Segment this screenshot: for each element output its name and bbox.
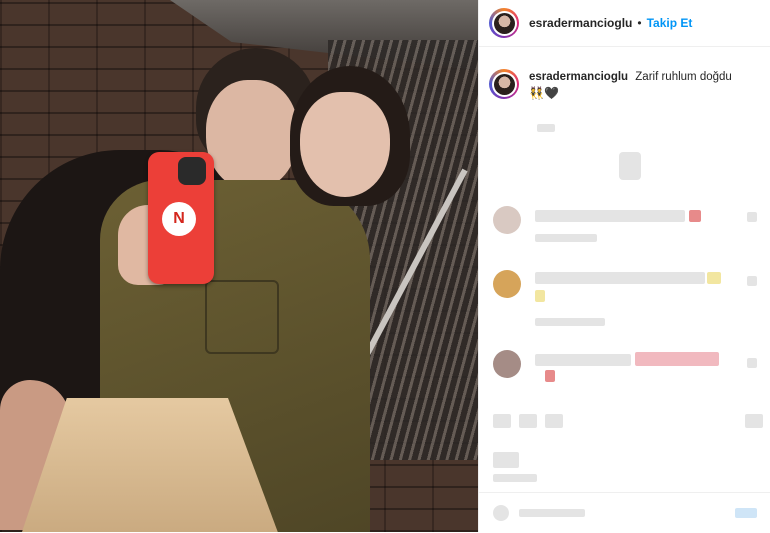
comment-icon[interactable]	[519, 414, 537, 428]
post-header: esradermancioglu • Takip Et	[479, 0, 770, 47]
caption-text: esradermancioglu Zarif ruhlum doğdu 👯🖤	[529, 69, 732, 102]
person-back-face	[206, 80, 298, 190]
caption-emojis: 👯🖤	[529, 86, 559, 100]
comment-text-blurred	[535, 210, 685, 222]
instagram-post: N esradermancioglu • Takip Et esraderman…	[0, 0, 770, 532]
avatar-ring	[491, 71, 517, 97]
avatar-image	[493, 73, 515, 95]
share-icon[interactable]	[545, 414, 563, 428]
red-phone: N	[148, 152, 214, 284]
comment-avatar	[493, 206, 521, 234]
comment-emoji-blurred	[707, 272, 721, 284]
header-username[interactable]: esradermancioglu	[529, 16, 632, 30]
comment-text-blurred	[535, 272, 705, 284]
heart-icon[interactable]	[493, 414, 511, 428]
load-more-blurred	[619, 152, 641, 180]
action-bar-blurred	[493, 410, 763, 434]
post-side-panel: esradermancioglu • Takip Et esradermanci…	[478, 0, 770, 532]
emoji-icon[interactable]	[493, 505, 509, 521]
add-comment-row	[479, 492, 770, 533]
comment-input-blurred[interactable]	[519, 509, 585, 517]
header-avatar[interactable]	[489, 8, 519, 38]
phone-sticker: N	[162, 202, 196, 236]
comment-emoji-blurred	[535, 290, 545, 302]
comment-avatar	[493, 270, 521, 298]
caption-avatar[interactable]	[489, 69, 519, 99]
phone-camera	[178, 157, 206, 185]
jacket-pocket	[205, 280, 279, 354]
comment-emoji-blurred	[545, 370, 555, 382]
comment-emoji-blurred	[635, 352, 719, 366]
caption-username[interactable]: esradermancioglu	[529, 71, 628, 83]
phone-sticker-letter: N	[173, 210, 185, 227]
like-icon-blurred	[747, 212, 757, 222]
post-comment-button[interactable]	[735, 508, 757, 518]
post-date-blurred	[493, 474, 537, 482]
comment-emoji-blurred	[689, 210, 701, 222]
caption-timestamp-blurred	[537, 124, 555, 132]
post-photo: N	[0, 0, 478, 532]
bookmark-icon[interactable]	[745, 414, 763, 428]
like-icon-blurred	[747, 358, 757, 368]
avatar-ring	[491, 10, 517, 36]
comment-text-blurred	[535, 354, 631, 366]
comment-meta-blurred	[535, 318, 605, 326]
comment-avatar	[493, 350, 521, 378]
follow-button[interactable]: Takip Et	[647, 16, 693, 30]
comment-meta-blurred	[535, 234, 597, 242]
avatar-image	[493, 12, 515, 34]
post-caption: esradermancioglu Zarif ruhlum doğdu 👯🖤	[479, 47, 770, 102]
person-front-face	[300, 92, 390, 197]
header-separator: •	[637, 16, 642, 30]
like-icon-blurred	[747, 276, 757, 286]
likes-count-blurred	[493, 452, 519, 468]
caption-body: Zarif ruhlum doğdu	[635, 71, 732, 83]
